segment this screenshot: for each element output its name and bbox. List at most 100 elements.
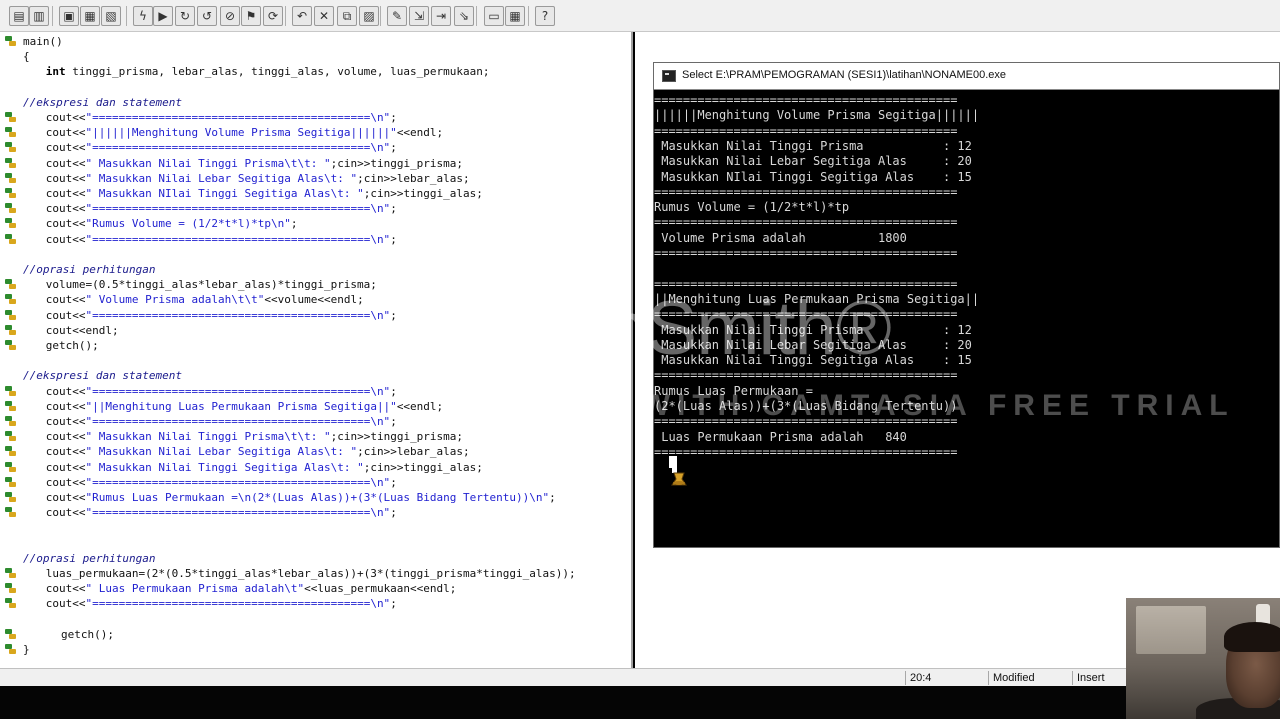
cut-icon[interactable]: ✕ bbox=[314, 6, 334, 26]
step-over-icon[interactable]: ⇥ bbox=[431, 6, 451, 26]
code-string: " Masukkan Nilai Lebar Segitiga Alas\t: … bbox=[85, 171, 358, 185]
paste-icon[interactable]: ▨ bbox=[359, 6, 379, 26]
debug-icon[interactable]: ⚑ bbox=[241, 6, 261, 26]
code-text: int tinggi_prisma, lebar_alas, tinggi_al… bbox=[46, 64, 490, 79]
console-line: Masukkan Nilai Tinggi Segitiga Alas : 15 bbox=[654, 353, 972, 368]
class-browser-icon[interactable]: ▭ bbox=[484, 6, 504, 26]
code-statement: <<volume<<endl; bbox=[264, 293, 364, 307]
code-text: } bbox=[23, 642, 30, 657]
code-statement: cout<< bbox=[45, 202, 86, 216]
copy-icon[interactable]: ⧉ bbox=[337, 6, 357, 26]
code-statement: cout<< bbox=[45, 308, 86, 322]
webcam-overlay bbox=[1126, 598, 1280, 719]
new-project-icon[interactable]: ▥ bbox=[29, 6, 49, 26]
code-text: cout<<"=================================… bbox=[46, 475, 397, 490]
open-project-icon[interactable]: ▣ bbox=[59, 6, 79, 26]
run-to-cursor-icon[interactable]: ⇘ bbox=[454, 6, 474, 26]
compile-run-icon[interactable]: ↻ bbox=[175, 6, 195, 26]
code-text: cout<<" Masukkan Nilai Lebar Segitiga Al… bbox=[46, 444, 470, 459]
line-marker-icon bbox=[5, 233, 17, 245]
code-statement: cout<< bbox=[45, 399, 86, 413]
console-line: Masukkan Nilai Tinggi Prisma : 12 bbox=[654, 138, 972, 153]
line-marker-icon bbox=[5, 340, 17, 351]
code-statement: cout<< bbox=[45, 430, 86, 444]
code-line: //oprasi perhitungan bbox=[0, 262, 631, 277]
line-marker-icon bbox=[5, 644, 17, 655]
code-editor[interactable]: main() {int tinggi_prisma, lebar_alas, ti… bbox=[0, 32, 633, 668]
code-line: cout<<" Masukkan Nilai Lebar Segitiga Al… bbox=[0, 171, 631, 186]
code-string: "=======================================… bbox=[85, 415, 391, 428]
project-manager-icon[interactable]: ▦ bbox=[505, 6, 525, 26]
modified-indicator: Modified bbox=[988, 671, 1070, 685]
undo-icon[interactable]: ↶ bbox=[292, 6, 312, 26]
code-text: cout<<"=================================… bbox=[46, 414, 397, 429]
code-text: cout<<"||||||Menghitung Volume Prisma Se… bbox=[46, 125, 443, 140]
line-marker-icon bbox=[5, 568, 17, 579]
line-marker-icon bbox=[5, 203, 17, 214]
code-string: "||Menghitung Luas Permukaan Prisma Segi… bbox=[85, 399, 397, 413]
code-statement: ;cin>>tinggi_prisma; bbox=[330, 156, 464, 170]
code-statement: ; bbox=[290, 217, 298, 231]
code-statement: } bbox=[23, 643, 30, 656]
line-marker-icon bbox=[5, 461, 17, 473]
taskbar bbox=[0, 686, 1280, 719]
code-text: cout<<" Masukkan Nilai Tinggi Prisma\t\t… bbox=[46, 429, 463, 444]
help-icon[interactable]: ? bbox=[535, 6, 555, 26]
code-statement: ;cin>>tinggi_alas; bbox=[363, 460, 483, 474]
code-text: cout<<"=================================… bbox=[46, 384, 397, 399]
code-statement: ;cin>>tinggi_alas; bbox=[363, 187, 483, 200]
console-line: ||Menghitung Luas Permukaan Prisma Segit… bbox=[654, 291, 980, 306]
code-line: //ekspresi dan statement bbox=[0, 95, 631, 110]
code-statement: cout<< bbox=[45, 111, 86, 124]
toolbar-separator bbox=[528, 6, 529, 26]
code-text: cout<<"=================================… bbox=[46, 232, 397, 247]
code-text: cout<<" Volume Prisma adalah\t\t"<<volum… bbox=[46, 292, 364, 307]
line-marker-icon bbox=[5, 279, 17, 290]
code-statement: ; bbox=[390, 506, 397, 520]
save-icon[interactable]: ▦ bbox=[80, 6, 100, 26]
insert-mode-indicator: Insert bbox=[1072, 671, 1130, 685]
code-line: cout<<" Masukkan Nilai Lebar Segitiga Al… bbox=[0, 444, 631, 459]
code-statement: cout<< bbox=[45, 597, 86, 611]
check-syntax-icon[interactable]: ⟳ bbox=[263, 6, 283, 26]
code-line: cout<<"=================================… bbox=[0, 505, 631, 520]
line-marker-icon bbox=[5, 172, 17, 184]
run-icon[interactable]: ▶ bbox=[153, 6, 173, 26]
console-title-bar[interactable]: Select E:\PRAM\PEMOGRAMAN (SESI1)\latiha… bbox=[654, 63, 1279, 90]
code-string: "=======================================… bbox=[85, 232, 391, 246]
console-line: Rumus Luas Permukaan = bbox=[654, 383, 813, 398]
new-source-icon[interactable]: ▤ bbox=[9, 6, 29, 26]
code-statement: cout<< bbox=[45, 126, 86, 140]
add-watch-icon[interactable]: ✎ bbox=[387, 6, 407, 26]
code-string: "||||||Menghitung Volume Prisma Segitiga… bbox=[85, 126, 397, 140]
code-statement: main() bbox=[23, 35, 63, 48]
code-text: //ekspresi dan statement bbox=[23, 95, 182, 110]
line-marker-icon bbox=[5, 127, 17, 138]
step-into-icon[interactable]: ⇲ bbox=[409, 6, 429, 26]
code-statement: ;cin>>lebar_alas; bbox=[357, 445, 470, 459]
code-line: //oprasi perhitungan bbox=[0, 551, 631, 566]
line-marker-icon bbox=[5, 324, 17, 336]
line-marker-icon bbox=[5, 583, 17, 594]
toolbar: ▤ ▥ ▣ ▦ ▧ ϟ ▶ ↻ ↺ ⊘ ⚑ ⟳ ↶ ✕ ⧉ ▨ ✎ ⇲ ⇥ ⇘ ▭ ▦? bbox=[0, 0, 1280, 32]
code-text: cout<<"=================================… bbox=[46, 505, 397, 520]
toolbar-separator bbox=[126, 6, 127, 26]
compile-icon[interactable]: ϟ bbox=[133, 6, 153, 26]
code-statement: getch(); bbox=[45, 339, 99, 352]
console-line: Masukkan Nilai Tinggi Prisma : 12 bbox=[654, 322, 972, 337]
console-line: ========================================… bbox=[654, 444, 958, 459]
stop-icon[interactable]: ⊘ bbox=[220, 6, 240, 26]
code-comment: //ekspresi dan statement bbox=[23, 369, 182, 383]
code-comment: //oprasi perhitungan bbox=[23, 263, 156, 276]
webcam-person-hair bbox=[1224, 622, 1280, 652]
busy-cursor-icon bbox=[671, 465, 687, 486]
line-marker-icon bbox=[5, 188, 17, 199]
console-window[interactable]: Select E:\PRAM\PEMOGRAMAN (SESI1)\latiha… bbox=[653, 62, 1280, 548]
save-all-icon[interactable]: ▧ bbox=[101, 6, 121, 26]
code-line: cout<<"||||||Menghitung Volume Prisma Se… bbox=[0, 125, 631, 140]
code-statement: ; bbox=[390, 111, 397, 124]
console-line: Masukkan Nilai Lebar Segitiga Alas : 20 bbox=[654, 154, 972, 169]
rebuild-icon[interactable]: ↺ bbox=[197, 6, 217, 26]
code-text: cout<<"||Menghitung Luas Permukaan Prism… bbox=[46, 399, 443, 414]
